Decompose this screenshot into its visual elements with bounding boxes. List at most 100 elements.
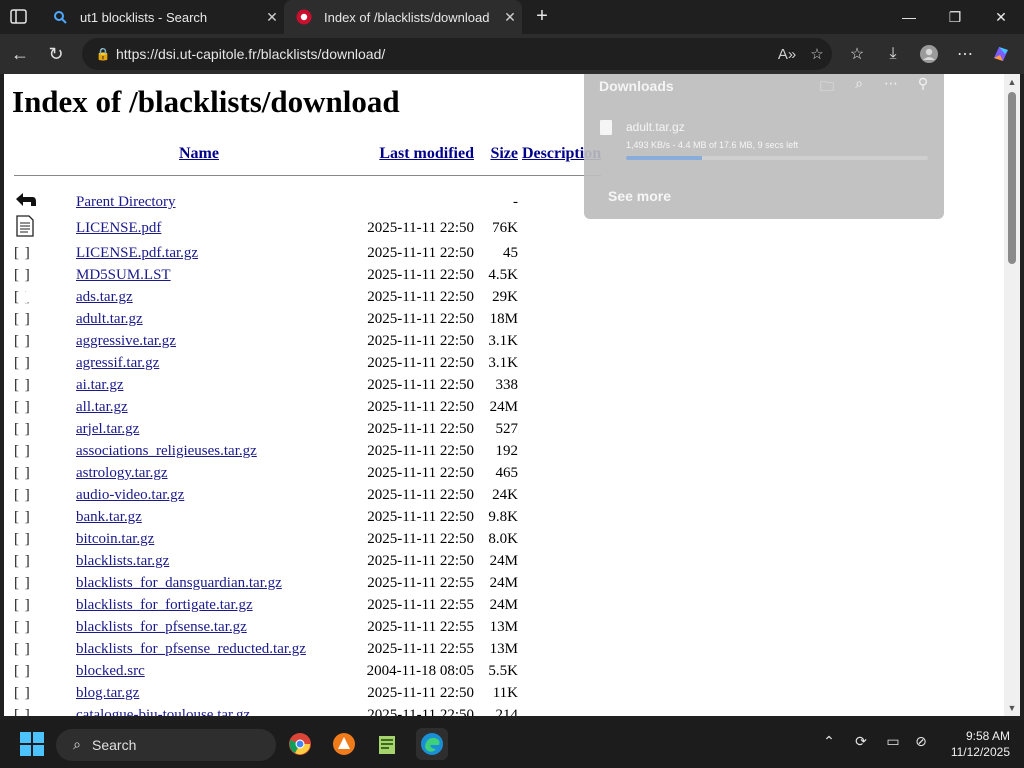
more-icon[interactable]: ⋯ [880,76,902,96]
download-file-name[interactable]: adult.tar.gz [626,120,685,134]
broken-image-icon: [ ] [12,660,74,682]
file-link[interactable]: astrology.tar.gz [76,465,168,481]
broken-icon-label: [ ] [14,266,31,283]
table-row: [ ] catalogue-biu-toulouse.tar.gz 2025-11-… [12,704,603,717]
tab-search[interactable]: ut1 blocklists - Search ✕ [40,0,284,34]
taskbar-clock[interactable]: 9:58 AM 11/12/2025 [938,728,1010,760]
scroll-up-icon[interactable]: ▲ [1004,74,1020,90]
site-favicon-icon [296,9,312,25]
file-link[interactable]: blacklists_for_dansguardian.tar.gz [76,575,282,591]
file-link[interactable]: blacklists_for_pfsense.tar.gz [76,619,247,635]
windows-start-icon[interactable] [20,732,44,756]
broken-icon-label: [ ] [14,464,31,481]
close-window-icon[interactable]: ✕ [978,0,1024,34]
back-icon[interactable]: ← [6,40,34,68]
close-icon[interactable]: ✕ [260,9,284,26]
last-modified: 2025-11-11 22:50 [367,420,474,437]
file-link[interactable]: ads.tar.gz [76,289,133,305]
file-link[interactable]: bank.tar.gz [76,509,142,525]
table-row: [ ] bank.tar.gz 2025-11-11 22:50 9.8K [12,506,603,528]
broken-image-icon: [ ] [12,704,74,717]
file-link[interactable]: LICENSE.pdf.tar.gz [76,245,198,261]
restore-icon[interactable]: ❐ [932,0,978,34]
tab-title: Index of /blacklists/download [324,9,490,25]
last-modified: 2025-11-11 22:55 [367,640,474,657]
file-size: 45 [503,244,518,261]
see-more-link[interactable]: See more [608,188,671,204]
file-link[interactable]: catalogue-biu-toulouse.tar.gz [76,707,250,717]
scroll-down-icon[interactable]: ▼ [1004,700,1020,716]
last-modified: 2025-11-11 22:50 [367,530,474,547]
file-link[interactable]: ai.tar.gz [76,377,123,393]
file-link[interactable]: blog.tar.gz [76,685,139,701]
read-aloud-icon[interactable]: A» [772,40,802,68]
app-icon-orange[interactable] [328,728,360,760]
last-modified: 2025-11-11 22:50 [367,376,474,393]
file-link[interactable]: bitcoin.tar.gz [76,531,154,547]
file-link[interactable]: agressif.tar.gz [76,355,159,371]
network-icon[interactable]: ⊘ [910,734,932,754]
favorites-icon[interactable]: ☆ [842,40,872,68]
url-text[interactable]: https://dsi.ut-capitole.fr/blacklists/do… [116,46,772,62]
file-link[interactable]: audio-video.tar.gz [76,487,184,503]
last-modified: 2025-11-11 22:50 [367,508,474,525]
copilot-icon[interactable] [986,40,1016,68]
file-link[interactable]: LICENSE.pdf [76,220,161,236]
file-link[interactable]: aggressive.tar.gz [76,333,176,349]
file-link[interactable]: adult.tar.gz [76,311,143,327]
vertical-scrollbar[interactable]: ▲ ▼ [1004,74,1020,716]
broken-image-icon: [ ] [12,352,74,374]
file-size: 76K [492,220,518,236]
broken-icon-label: [ ] [14,574,31,591]
file-link[interactable]: blocked.src [76,663,145,679]
file-link[interactable]: blacklists_for_fortigate.tar.gz [76,597,253,613]
broken-icon-label: [ ] [14,332,31,349]
download-progress-bar [626,156,928,160]
file-size: 18M [489,310,518,327]
profile-avatar-icon[interactable] [914,40,944,68]
search-icon[interactable]: ⌕ [848,76,870,96]
file-link[interactable]: blacklists_for_pfsense_reducted.tar.gz [76,641,306,657]
last-modified: 2025-11-11 22:50 [367,486,474,503]
downloads-icon[interactable]: ⤓ [878,40,908,68]
file-link[interactable]: MD5SUM.LST [76,267,171,283]
chevron-up-icon[interactable]: ⌃ [818,734,840,754]
new-tab-icon[interactable]: + [530,4,554,28]
tab-bar: ut1 blocklists - Search ✕ Index of /blac… [0,0,1024,34]
taskbar-search[interactable]: ⌕ Search [56,729,276,761]
file-link[interactable]: arjel.tar.gz [76,421,139,437]
more-options-icon[interactable]: ⋯ [950,40,980,68]
folder-icon[interactable]: 🗀 [816,76,838,96]
parent-directory-link[interactable]: Parent Directory [76,194,176,210]
broken-icon-label: [ ] [14,684,31,701]
last-modified: 2025-11-11 22:50 [367,310,474,327]
file-listing-table: Name Last modified Size Description Pare… [12,140,603,716]
file-link[interactable]: associations_religieuses.tar.gz [76,443,257,459]
notepad-icon[interactable] [372,728,404,760]
file-link[interactable]: all.tar.gz [76,399,128,415]
refresh-icon[interactable]: ↻ [42,40,70,68]
lock-icon[interactable]: 🔒 [90,47,116,61]
table-row: [ ] blacklists.tar.gz 2025-11-11 22:50 24M [12,550,603,572]
edge-icon[interactable] [416,728,448,760]
pin-icon[interactable]: ⚲ [912,76,934,96]
tab-actions-icon[interactable] [8,7,30,27]
file-link[interactable]: blacklists.tar.gz [76,553,169,569]
divider [14,174,602,176]
broken-image-icon: [ ] [12,572,74,594]
sync-icon[interactable]: ⟳ [850,734,872,754]
address-bar[interactable]: 🔒 https://dsi.ut-capitole.fr/blacklists/… [82,38,832,70]
column-last-modified[interactable]: Last modified [324,140,478,168]
chrome-icon[interactable] [284,728,316,760]
scrollbar-thumb[interactable] [1008,92,1016,264]
table-row: [ ] all.tar.gz 2025-11-11 22:50 24M [12,396,603,418]
minimize-icon[interactable]: — [886,0,932,34]
favorite-star-icon[interactable]: ☆ [802,40,832,68]
column-name[interactable]: Name [74,140,324,168]
table-row: LICENSE.pdf 2025-11-11 22:50 76K [12,215,603,242]
tab-index[interactable]: Index of /blacklists/download ✕ [284,0,522,34]
file-size: - [513,194,518,210]
close-icon[interactable]: ✕ [498,9,522,26]
display-icon[interactable]: ▭ [882,734,904,754]
column-size[interactable]: Size [478,140,520,168]
